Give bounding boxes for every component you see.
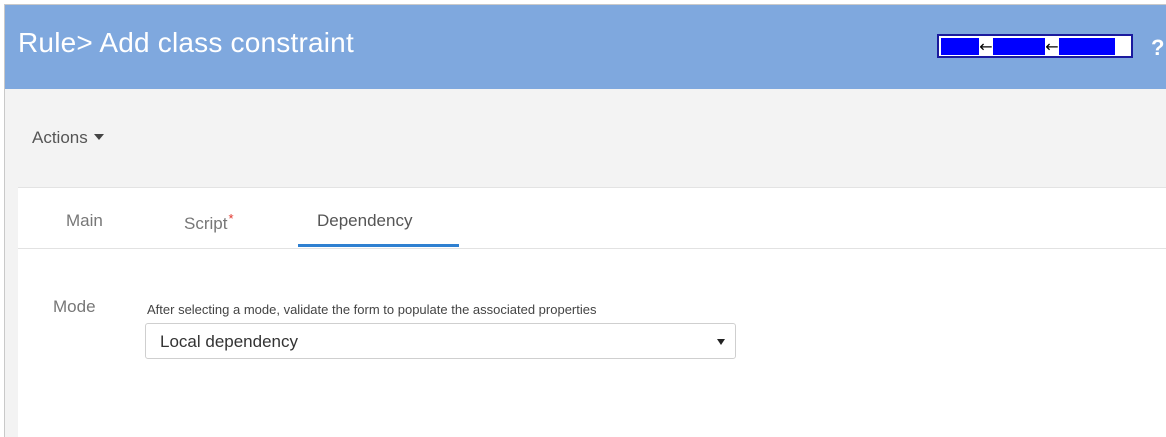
- history-block[interactable]: [1059, 37, 1115, 55]
- required-marker: *: [228, 211, 234, 226]
- history-block[interactable]: [941, 37, 979, 55]
- mode-select[interactable]: Local dependency: [145, 323, 736, 359]
- tab-dependency-label: Dependency: [317, 211, 413, 230]
- tab-bar: Main Script* Dependency: [18, 188, 1166, 249]
- tab-script[interactable]: Script*: [184, 211, 234, 234]
- navigation-history-strip[interactable]: ← ←: [937, 34, 1133, 58]
- active-tab-indicator: [298, 244, 459, 247]
- dropdown-arrow-icon: [717, 339, 725, 345]
- history-block[interactable]: [993, 37, 1045, 55]
- mode-hint-text: After selecting a mode, validate the for…: [147, 302, 597, 317]
- app-frame: Rule> Add class constraint ← ← ? Actions…: [4, 4, 1166, 437]
- help-icon[interactable]: ?: [1151, 35, 1164, 61]
- tab-main[interactable]: Main: [66, 211, 103, 231]
- page-title: Rule> Add class constraint: [18, 27, 354, 58]
- actions-menu-button[interactable]: Actions: [32, 128, 104, 148]
- title-bar: Rule> Add class constraint ← ← ?: [5, 5, 1166, 89]
- content-panel: Main Script* Dependency Mode After selec…: [18, 187, 1166, 437]
- back-arrow-icon: ←: [1045, 36, 1059, 56]
- caret-down-icon: [93, 134, 104, 140]
- tab-dependency[interactable]: Dependency: [317, 211, 412, 231]
- tab-script-label: Script: [184, 214, 228, 233]
- back-arrow-icon: ←: [979, 36, 993, 56]
- tab-main-label: Main: [66, 211, 103, 230]
- mode-label: Mode: [53, 297, 96, 316]
- actions-label: Actions: [32, 128, 88, 147]
- mode-selected-value: Local dependency: [160, 332, 299, 351]
